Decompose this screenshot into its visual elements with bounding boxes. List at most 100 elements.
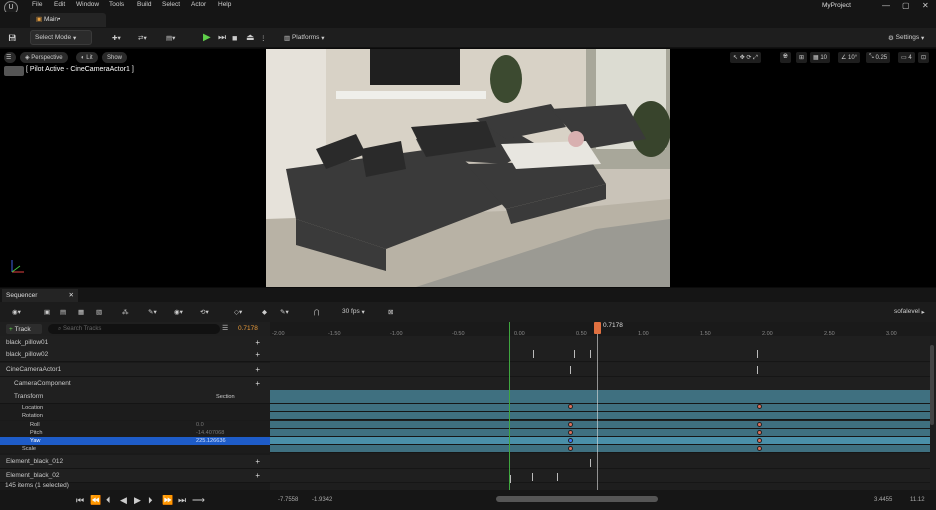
menu-tools[interactable]: Tools	[109, 1, 124, 8]
menu-build[interactable]: Build	[137, 1, 151, 8]
more-options-icon[interactable]: ⋮	[256, 30, 271, 45]
timeline-track-band[interactable]	[270, 404, 930, 412]
track-row[interactable]: Yaw 225.126636	[0, 437, 270, 445]
keyframe[interactable]	[568, 438, 573, 443]
timeline-track-band[interactable]	[270, 377, 930, 391]
play-options-icon[interactable]: ⟲▾	[196, 304, 213, 319]
reverse-icon[interactable]: ◀	[120, 495, 127, 506]
play-icon[interactable]: ▶	[199, 30, 215, 45]
filter-icon[interactable]: ☰	[222, 324, 228, 332]
menu-edit[interactable]: Edit	[54, 1, 65, 8]
timeline-track-band[interactable]	[270, 445, 930, 453]
world-local-icon[interactable]: 🌐︎	[780, 52, 791, 63]
loop-icon[interactable]: ⟶	[192, 495, 205, 506]
fps-dropdown[interactable]: 30 fps ▾	[338, 304, 369, 319]
close-window-button[interactable]: ✕	[922, 1, 929, 10]
find-asset-icon[interactable]: ▤	[56, 304, 70, 319]
add-section-button[interactable]: Section	[216, 394, 235, 400]
track-value[interactable]: 225.126636	[196, 438, 226, 444]
key-marker[interactable]	[574, 350, 575, 358]
track-value[interactable]: -14.407068	[196, 430, 224, 436]
pen-tool-icon[interactable]: ✎▾	[276, 304, 293, 319]
lit-button[interactable]: ◐ Lit	[76, 52, 98, 63]
key-marker[interactable]	[757, 366, 758, 374]
track-value[interactable]: 0.0	[196, 422, 204, 428]
scale-snap-button[interactable]: ⤡ 0.25	[866, 52, 891, 63]
next-key-icon[interactable]: ⏩	[162, 495, 173, 506]
key-marker[interactable]	[533, 350, 534, 358]
snap-magnet-icon[interactable]: ⋂	[310, 304, 323, 319]
keyframe[interactable]	[568, 404, 573, 409]
maximize-button[interactable]: ▢	[902, 1, 910, 10]
keyframe[interactable]	[757, 446, 762, 451]
level-breadcrumb[interactable]: sofalevel ▸	[890, 304, 929, 319]
working-range-start[interactable]: -1.9342	[312, 497, 332, 503]
track-row[interactable]: Scale	[0, 445, 270, 453]
current-time-field[interactable]: 0.7178	[238, 325, 258, 332]
sequencer-options-icon[interactable]: ◉▾	[8, 304, 25, 319]
playhead-handle[interactable]	[594, 322, 601, 334]
timeline-track-band[interactable]	[270, 429, 930, 437]
key-marker[interactable]	[570, 366, 571, 374]
menu-window[interactable]: Window	[76, 1, 99, 8]
render-movie-icon[interactable]: ▦	[74, 304, 88, 319]
track-row[interactable]: Rotation	[0, 412, 270, 420]
save-sequence-icon[interactable]: ▣	[40, 304, 54, 319]
select-mode-dropdown[interactable]: Select Mode ▾	[30, 30, 92, 45]
track-row[interactable]: Roll 0.0	[0, 421, 270, 429]
timeline-track-band[interactable]	[270, 455, 930, 469]
timeline-track-band[interactable]	[270, 421, 930, 429]
vertical-scrollbar[interactable]	[930, 345, 934, 425]
pilot-camera-icon[interactable]	[4, 66, 24, 76]
timeline-track-band[interactable]	[270, 348, 930, 362]
add-icon[interactable]: +	[255, 350, 260, 359]
stop-icon[interactable]: ■	[228, 30, 241, 45]
add-icon[interactable]: +	[255, 338, 260, 347]
viewport-menu-icon[interactable]: ☰	[4, 52, 16, 63]
track-row[interactable]: Location	[0, 404, 270, 412]
menu-help[interactable]: Help	[218, 1, 231, 8]
actions-icon[interactable]: ⁂	[118, 304, 133, 319]
jump-start-icon[interactable]: ⏮	[76, 495, 84, 506]
keyframe[interactable]	[757, 422, 762, 427]
jump-end-icon[interactable]: ⏭	[178, 495, 186, 506]
track-row[interactable]: black_pillow02 +	[0, 348, 270, 362]
perspective-button[interactable]: ◈ Perspective	[20, 52, 68, 63]
close-tab-icon[interactable]: ✕	[69, 289, 74, 302]
curve-editor-icon[interactable]: ⊠	[384, 304, 397, 319]
keyframe[interactable]	[757, 430, 762, 435]
menu-file[interactable]: File	[32, 1, 42, 8]
add-actor-icon[interactable]: ✚▾	[108, 30, 125, 45]
view-range-end[interactable]: 11.12	[910, 497, 925, 503]
play-forward-icon[interactable]: ▶	[134, 495, 141, 506]
timeline-track-band[interactable]	[270, 412, 930, 420]
minimize-button[interactable]: —	[882, 1, 890, 10]
track-row[interactable]: Element_black_012 +	[0, 455, 270, 469]
platforms-button[interactable]: ▥ Platforms ▾	[280, 30, 336, 45]
tab-sequencer[interactable]: Sequencer ✕	[2, 289, 78, 302]
surface-snap-icon[interactable]: ⊞	[796, 52, 808, 63]
timeline-track-band[interactable]	[270, 469, 930, 483]
add-icon[interactable]: +	[255, 365, 260, 374]
timeline-track-band[interactable]	[270, 363, 930, 377]
add-icon[interactable]: +	[255, 471, 260, 480]
keyframe[interactable]	[568, 422, 573, 427]
timeline-track-band[interactable]	[270, 437, 930, 445]
cinematics-icon[interactable]: ▤▾	[162, 30, 179, 45]
grid-snap-button[interactable]: ▦ 10	[810, 52, 831, 63]
add-track-button[interactable]: + Track	[6, 324, 42, 334]
key-marker[interactable]	[590, 350, 591, 358]
keyframe-icon[interactable]: ◇▾	[230, 304, 246, 319]
add-icon[interactable]: +	[255, 457, 260, 466]
keyframe[interactable]	[568, 446, 573, 451]
settings-button[interactable]: ⚙ Settings ▾	[884, 30, 928, 45]
key-interp-icon[interactable]: ◆	[258, 304, 271, 319]
track-row[interactable]: Transform Section	[0, 390, 270, 404]
horizontal-scrollbar[interactable]	[496, 496, 658, 502]
keyframe[interactable]	[757, 404, 762, 409]
view-options-icon[interactable]: ◉▾	[170, 304, 187, 319]
key-marker[interactable]	[510, 475, 511, 483]
prev-key-icon[interactable]: ⏪	[90, 495, 101, 506]
keyframe[interactable]	[568, 430, 573, 435]
prev-frame-icon[interactable]: ⏴	[106, 495, 111, 506]
